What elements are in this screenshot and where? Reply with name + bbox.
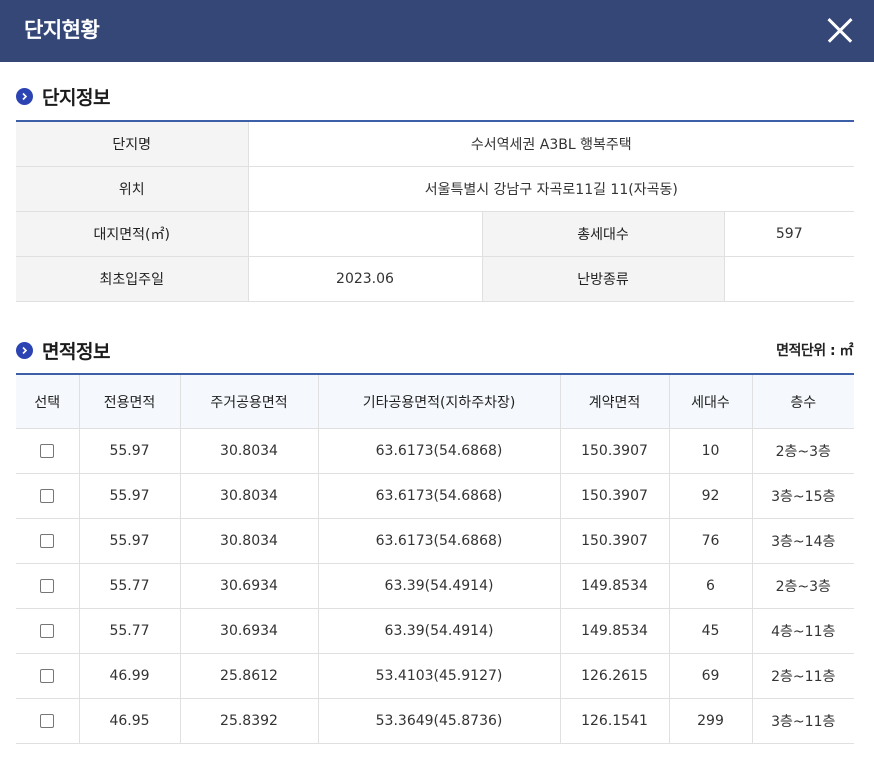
modal-title: 단지현황 <box>24 18 100 42</box>
households-cell: 45 <box>669 608 753 654</box>
complex-name-label: 단지명 <box>16 121 249 167</box>
column-header-contract-area: 계약면적 <box>560 374 670 429</box>
row-select-checkbox[interactable] <box>40 579 55 593</box>
complex-info-heading: 단지정보 <box>16 83 110 110</box>
table-row: 대지면적(㎡) 총세대수 597 <box>16 211 855 257</box>
modal-header: 단지현황 <box>0 0 874 62</box>
chevron-right-circle-icon <box>16 342 33 359</box>
move-in-date-value: 2023.06 <box>248 256 483 302</box>
column-header-select: 선택 <box>16 374 80 429</box>
table-row: 55.97 30.8034 63.6173(54.6868) 150.3907 … <box>16 428 854 474</box>
area-unit-label: 면적단위 : ㎡ <box>776 343 853 359</box>
residential-common-area-cell: 30.6934 <box>180 563 319 609</box>
households-cell: 69 <box>669 653 753 699</box>
modal-body: 단지정보 단지명 수서역세권 A3BL 행복주택 위치 서울특별시 강남구 자곡… <box>0 62 874 767</box>
households-cell: 76 <box>669 518 753 564</box>
row-select-checkbox[interactable] <box>40 624 55 638</box>
residential-common-area-cell: 30.6934 <box>180 608 319 654</box>
floors-cell: 3층~15층 <box>752 473 854 519</box>
table-row: 55.77 30.6934 63.39(54.4914) 149.8534 6 … <box>16 563 854 609</box>
row-select-checkbox[interactable] <box>40 489 55 503</box>
other-common-area-cell: 63.39(54.4914) <box>318 563 561 609</box>
column-header-exclusive-area: 전용면적 <box>79 374 181 429</box>
other-common-area-cell: 63.6173(54.6868) <box>318 473 561 519</box>
total-households-label: 총세대수 <box>482 211 725 257</box>
chevron-right-circle-icon <box>16 88 33 105</box>
floors-cell: 4층~11층 <box>752 608 854 654</box>
table-row: 위치 서울특별시 강남구 자곡로11길 11(자곡동) <box>16 166 855 212</box>
contract-area-cell: 150.3907 <box>560 518 670 564</box>
area-info-table: 선택 전용면적 주거공용면적 기타공용면적(지하주차장) 계약면적 세대수 층수… <box>16 373 854 744</box>
column-header-households: 세대수 <box>669 374 753 429</box>
move-in-date-label: 최초입주일 <box>16 256 249 302</box>
table-row: 55.97 30.8034 63.6173(54.6868) 150.3907 … <box>16 518 854 564</box>
table-row: 46.99 25.8612 53.4103(45.9127) 126.2615 … <box>16 653 854 699</box>
area-info-title: 면적정보 <box>42 341 110 363</box>
floors-cell: 3층~14층 <box>752 518 854 564</box>
residential-common-area-cell: 30.8034 <box>180 518 319 564</box>
contract-area-cell: 150.3907 <box>560 473 670 519</box>
other-common-area-cell: 53.4103(45.9127) <box>318 653 561 699</box>
complex-info-title: 단지정보 <box>42 87 110 109</box>
complex-status-modal: 단지현황 단지정보 단지명 수서역세권 A3BL 행복주택 위치 서울특별시 강… <box>0 0 874 767</box>
column-header-floors: 층수 <box>752 374 854 429</box>
table-header-row: 선택 전용면적 주거공용면적 기타공용면적(지하주차장) 계약면적 세대수 층수 <box>16 374 854 429</box>
area-info-heading: 면적정보 <box>16 337 110 364</box>
residential-common-area-cell: 25.8612 <box>180 653 319 699</box>
heating-type-value <box>724 256 855 302</box>
total-households-value: 597 <box>724 211 855 257</box>
residential-common-area-cell: 30.8034 <box>180 428 319 474</box>
row-select-checkbox[interactable] <box>40 669 55 683</box>
contract-area-cell: 150.3907 <box>560 428 670 474</box>
exclusive-area-cell: 46.95 <box>79 698 181 744</box>
floors-cell: 2층~3층 <box>752 428 854 474</box>
exclusive-area-cell: 55.77 <box>79 563 181 609</box>
contract-area-cell: 149.8534 <box>560 608 670 654</box>
table-row: 55.97 30.8034 63.6173(54.6868) 150.3907 … <box>16 473 854 519</box>
contract-area-cell: 126.1541 <box>560 698 670 744</box>
complex-name-value: 수서역세권 A3BL 행복주택 <box>248 121 855 167</box>
exclusive-area-cell: 55.97 <box>79 473 181 519</box>
other-common-area-cell: 63.39(54.4914) <box>318 608 561 654</box>
households-cell: 6 <box>669 563 753 609</box>
location-label: 위치 <box>16 166 249 212</box>
site-area-label: 대지면적(㎡) <box>16 211 249 257</box>
floors-cell: 3층~11층 <box>752 698 854 744</box>
households-cell: 10 <box>669 428 753 474</box>
floors-cell: 2층~11층 <box>752 653 854 699</box>
complex-info-table: 단지명 수서역세권 A3BL 행복주택 위치 서울특별시 강남구 자곡로11길 … <box>16 120 855 302</box>
table-row: 단지명 수서역세권 A3BL 행복주택 <box>16 121 855 167</box>
residential-common-area-cell: 30.8034 <box>180 473 319 519</box>
column-header-other-common-area: 기타공용면적(지하주차장) <box>318 374 561 429</box>
exclusive-area-cell: 46.99 <box>79 653 181 699</box>
floors-cell: 2층~3층 <box>752 563 854 609</box>
table-row: 최초입주일 2023.06 난방종류 <box>16 256 855 302</box>
contract-area-cell: 126.2615 <box>560 653 670 699</box>
table-row: 55.77 30.6934 63.39(54.4914) 149.8534 45… <box>16 608 854 654</box>
households-cell: 92 <box>669 473 753 519</box>
residential-common-area-cell: 25.8392 <box>180 698 319 744</box>
row-select-checkbox[interactable] <box>40 444 55 458</box>
households-cell: 299 <box>669 698 753 744</box>
exclusive-area-cell: 55.77 <box>79 608 181 654</box>
heating-type-label: 난방종류 <box>482 256 725 302</box>
other-common-area-cell: 63.6173(54.6868) <box>318 518 561 564</box>
exclusive-area-cell: 55.97 <box>79 428 181 474</box>
contract-area-cell: 149.8534 <box>560 563 670 609</box>
table-row: 46.95 25.8392 53.3649(45.8736) 126.1541 … <box>16 698 854 744</box>
row-select-checkbox[interactable] <box>40 534 55 548</box>
close-icon[interactable] <box>826 16 854 44</box>
row-select-checkbox[interactable] <box>40 714 55 728</box>
location-value: 서울특별시 강남구 자곡로11길 11(자곡동) <box>248 166 855 212</box>
other-common-area-cell: 53.3649(45.8736) <box>318 698 561 744</box>
other-common-area-cell: 63.6173(54.6868) <box>318 428 561 474</box>
column-header-residential-common-area: 주거공용면적 <box>180 374 319 429</box>
site-area-value <box>248 211 483 257</box>
exclusive-area-cell: 55.97 <box>79 518 181 564</box>
